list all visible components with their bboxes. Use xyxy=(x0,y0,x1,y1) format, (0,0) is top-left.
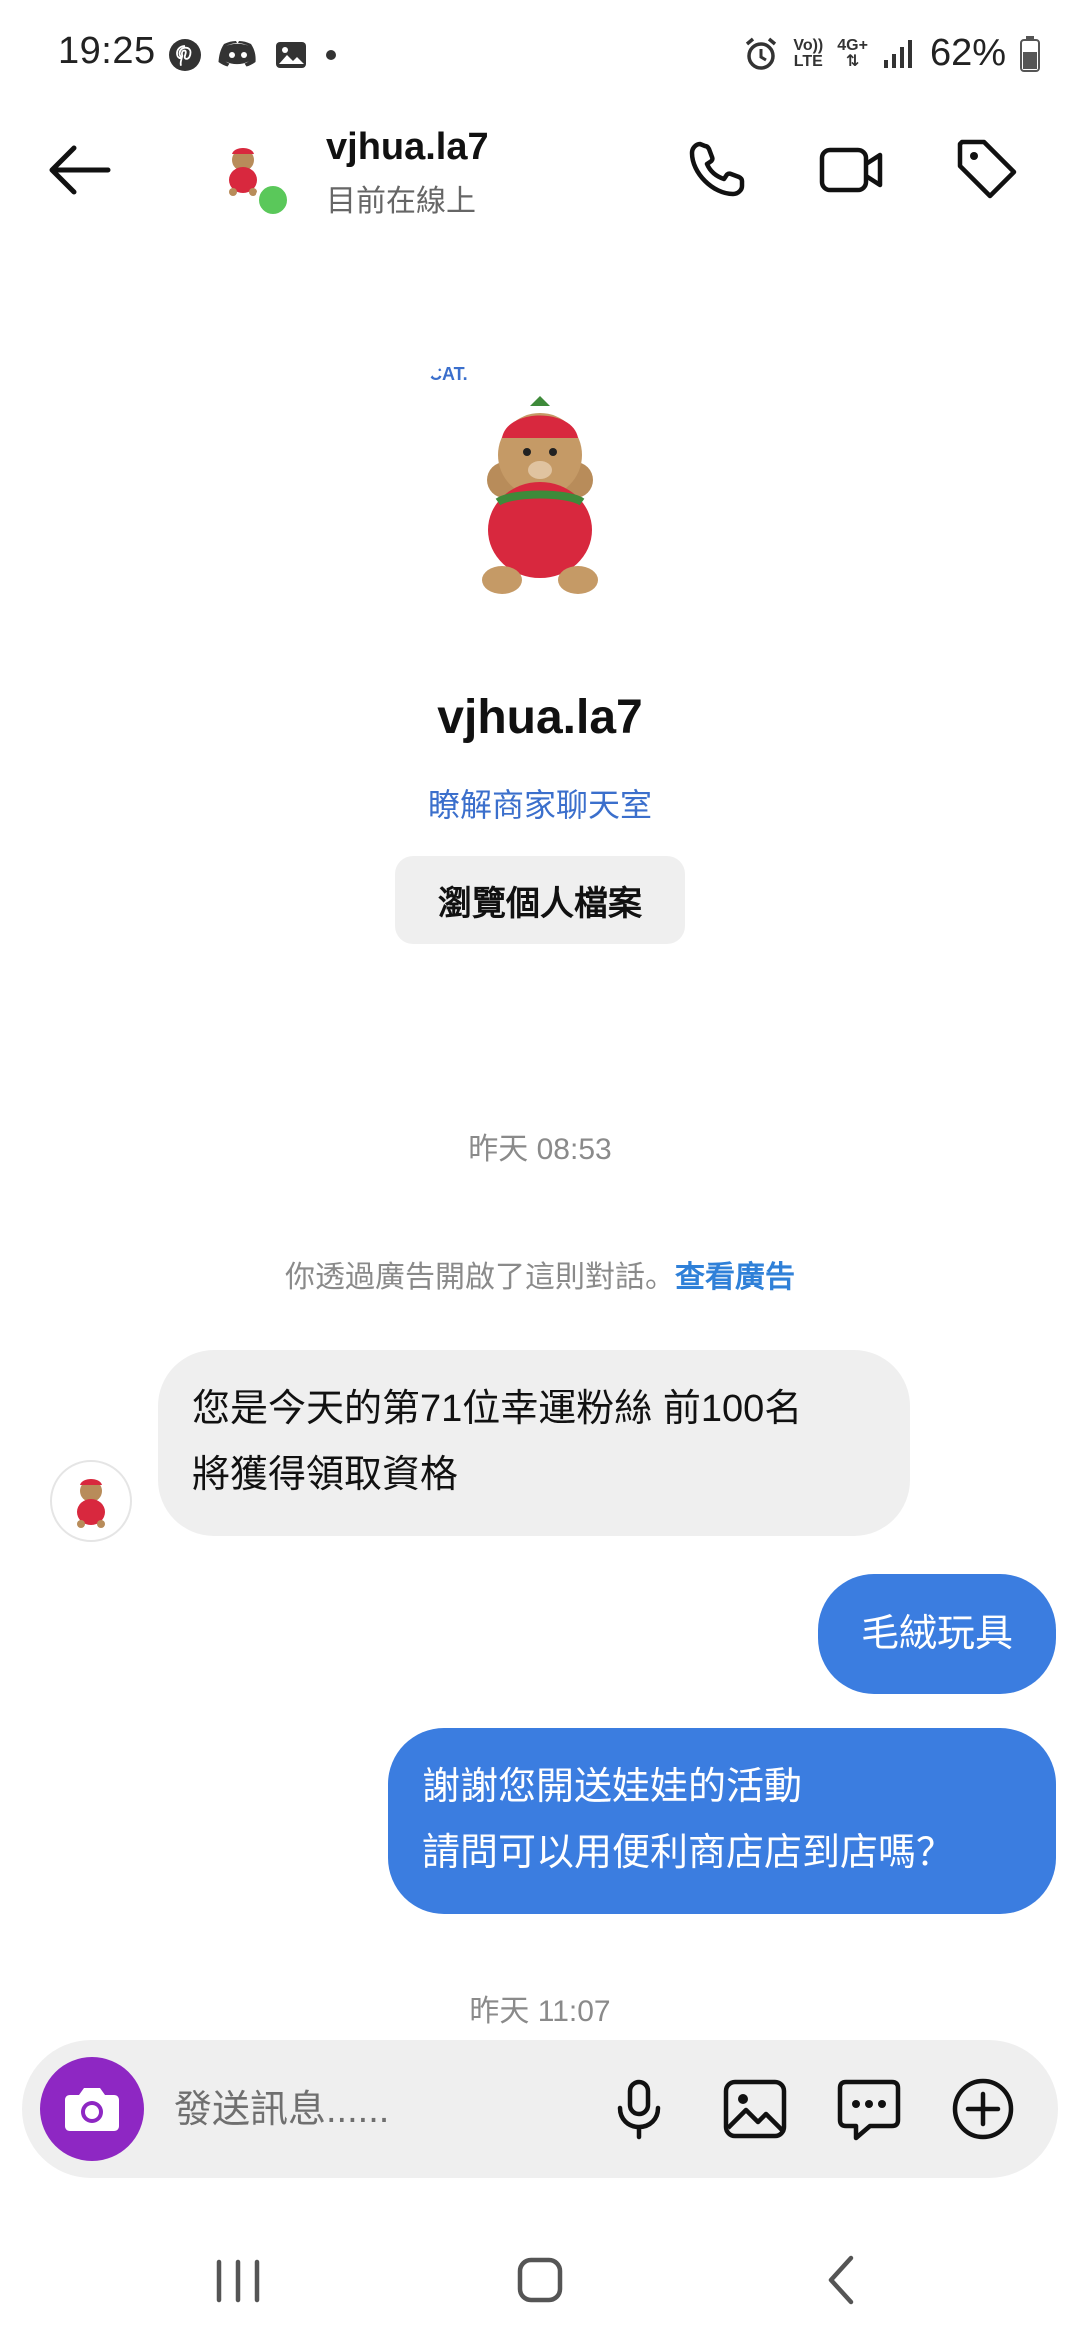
back-nav-icon[interactable] xyxy=(797,2240,887,2320)
status-time: 19:25 xyxy=(58,30,156,72)
timestamp: 昨天 08:53 xyxy=(468,1133,612,1166)
sent-message[interactable]: 毛絨玩具 xyxy=(818,1574,1056,1694)
volte-indicator: Vo)) LTE xyxy=(793,36,824,70)
battery-icon xyxy=(1020,35,1040,72)
lte-label: LTE xyxy=(793,52,823,70)
image-icon[interactable] xyxy=(720,2074,790,2144)
message-composer xyxy=(22,2040,1058,2178)
message-line: 請問可以用便利商店店到店嗎？ xyxy=(422,1832,955,1874)
ad-notice: 你透過廣告開啟了這則對話。查看廣告 xyxy=(0,1252,1080,1296)
view-ad-link[interactable]: 查看廣告 xyxy=(675,1261,795,1294)
status-right-group: Vo)) LTE 4G+ ⇅ 62% xyxy=(743,32,1040,75)
ad-notice-text: 你透過廣告開啟了這則對話。 xyxy=(285,1261,675,1294)
profile-name: vjhua.la7 xyxy=(437,691,643,744)
message-text: 毛絨玩具 xyxy=(860,1613,1013,1655)
received-message[interactable]: 您是今天的第71位幸運粉絲 前100名 將獲得領取資格 xyxy=(158,1350,910,1536)
recent-apps-icon[interactable] xyxy=(193,2240,283,2320)
data-type-indicator: 4G+ ⇅ xyxy=(837,36,868,70)
discord-icon xyxy=(218,41,256,67)
pinterest-icon xyxy=(169,39,201,71)
notification-icons xyxy=(168,38,338,72)
camera-icon xyxy=(65,2088,119,2131)
business-chat-link[interactable]: 瞭解商家聊天室 xyxy=(0,780,1080,826)
message-line: 謝謝您開送娃娃的活動 xyxy=(422,1766,803,1808)
signal-icon xyxy=(883,39,912,68)
bear-avatar-image xyxy=(77,1479,105,1528)
phone-icon[interactable] xyxy=(680,134,752,206)
battery-percent: 62% xyxy=(929,32,1006,74)
volte-label: Vo)) xyxy=(793,36,824,54)
data-type-label: 4G+ xyxy=(837,36,868,54)
status-bar: 19:25 Vo)) LTE 4G+ ⇅ 62% xyxy=(0,0,1080,110)
timestamp: 昨天 11:07 xyxy=(469,1995,611,2028)
chat-header: vjhua.la7 目前在線上 xyxy=(0,110,1080,230)
system-navigation-bar xyxy=(0,2220,1080,2340)
sent-message[interactable]: 謝謝您開送娃娃的活動 請問可以用便利商店店到店嗎？ xyxy=(388,1728,1056,1914)
header-username[interactable]: vjhua.la7 xyxy=(326,126,489,169)
tag-icon[interactable] xyxy=(952,134,1024,206)
camera-button[interactable] xyxy=(40,2057,144,2161)
back-arrow-icon[interactable] xyxy=(44,140,114,200)
alarm-icon xyxy=(746,37,777,70)
message-input[interactable] xyxy=(172,2076,576,2144)
data-arrows-icon: ⇅ xyxy=(845,52,860,70)
sender-avatar[interactable] xyxy=(50,1460,132,1542)
profile-avatar[interactable]: .YCAT. xyxy=(390,330,690,630)
message-line: 您是今天的第71位幸運粉絲 前100名 xyxy=(192,1388,803,1430)
microphone-icon[interactable] xyxy=(604,2074,674,2144)
chat-bubble-icon[interactable] xyxy=(834,2074,904,2144)
message-line: 將獲得領取資格 xyxy=(192,1454,459,1496)
gallery-notification-icon xyxy=(276,42,306,68)
plus-circle-icon[interactable] xyxy=(948,2074,1018,2144)
video-camera-icon[interactable] xyxy=(816,134,888,206)
online-indicator xyxy=(255,182,291,218)
home-icon[interactable] xyxy=(495,2240,585,2320)
logo-fragment: .YCAT. xyxy=(412,364,468,384)
header-online-status: 目前在線上 xyxy=(326,185,476,218)
bear-profile-image: .YCAT. xyxy=(412,364,598,594)
more-notifications-dot xyxy=(326,50,336,60)
view-profile-button[interactable]: 瀏覽個人檔案 xyxy=(395,856,685,944)
